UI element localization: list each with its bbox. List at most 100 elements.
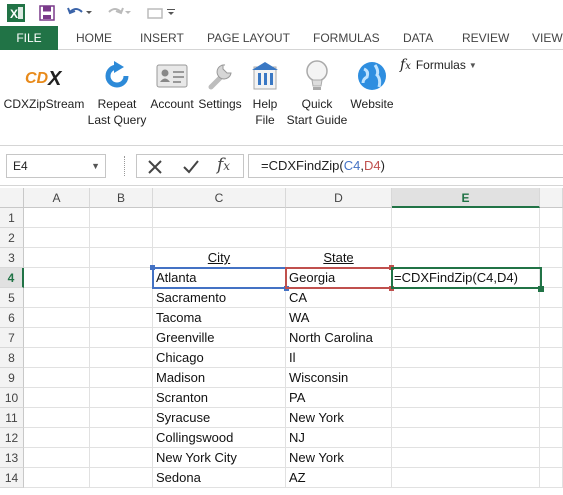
cell-f8[interactable] <box>540 348 563 368</box>
cell-c6[interactable]: Tacoma <box>153 308 286 328</box>
cell-e4[interactable]: =CDXFindZip(C4,D4) <box>392 268 540 288</box>
cell-b4[interactable] <box>90 268 153 288</box>
cdxzipstream-button[interactable]: CD X CDXZipStream <box>4 50 85 142</box>
row-header-9[interactable]: 9 <box>0 368 24 388</box>
cell-b7[interactable] <box>90 328 153 348</box>
column-header-a[interactable]: A <box>24 188 90 208</box>
cell-d9[interactable]: Wisconsin <box>286 368 392 388</box>
cell-d1[interactable] <box>286 208 392 228</box>
cell-e9[interactable] <box>392 368 540 388</box>
cell-f3[interactable] <box>540 248 563 268</box>
cell-a3[interactable] <box>24 248 90 268</box>
chevron-down-icon[interactable]: ▼ <box>91 155 100 177</box>
repeat-last-query-button[interactable]: Repeat Last Query <box>86 50 148 142</box>
row-header-14[interactable]: 14 <box>0 468 24 488</box>
undo-icon[interactable] <box>66 3 92 23</box>
ref-handle[interactable] <box>389 286 394 291</box>
excel-logo-icon[interactable]: X <box>6 3 26 23</box>
cell-c2[interactable] <box>153 228 286 248</box>
enter-icon[interactable] <box>181 157 201 182</box>
cell-c8[interactable]: Chicago <box>153 348 286 368</box>
row-header-4[interactable]: 4 <box>0 268 24 288</box>
cell-e11[interactable] <box>392 408 540 428</box>
cell-b1[interactable] <box>90 208 153 228</box>
row-header-11[interactable]: 11 <box>0 408 24 428</box>
tab-insert[interactable]: INSERT <box>140 26 184 50</box>
cell-a8[interactable] <box>24 348 90 368</box>
tab-file[interactable]: FILE <box>0 26 58 50</box>
cell-f2[interactable] <box>540 228 563 248</box>
cell-f4[interactable] <box>540 268 563 288</box>
column-header-f[interactable] <box>540 188 563 208</box>
cell-b13[interactable] <box>90 448 153 468</box>
cell-a14[interactable] <box>24 468 90 488</box>
column-header-c[interactable]: C <box>153 188 286 208</box>
select-all-corner[interactable] <box>0 188 24 208</box>
cell-e5[interactable] <box>392 288 540 308</box>
redo-icon[interactable] <box>107 3 131 23</box>
row-header-1[interactable]: 1 <box>0 208 24 228</box>
row-header-3[interactable]: 3 <box>0 248 24 268</box>
name-box[interactable]: E4 ▼ <box>6 154 106 178</box>
cell-a4[interactable] <box>24 268 90 288</box>
ref-handle[interactable] <box>150 265 155 270</box>
cell-d4[interactable]: Georgia <box>286 268 392 288</box>
row-header-2[interactable]: 2 <box>0 228 24 248</box>
cell-f11[interactable] <box>540 408 563 428</box>
cell-d6[interactable]: WA <box>286 308 392 328</box>
cell-f7[interactable] <box>540 328 563 348</box>
cell-a7[interactable] <box>24 328 90 348</box>
cell-a13[interactable] <box>24 448 90 468</box>
cell-b8[interactable] <box>90 348 153 368</box>
cell-a10[interactable] <box>24 388 90 408</box>
cell-d8[interactable]: Il <box>286 348 392 368</box>
cell-b14[interactable] <box>90 468 153 488</box>
row-header-7[interactable]: 7 <box>0 328 24 348</box>
cell-c10[interactable]: Scranton <box>153 388 286 408</box>
cell-b9[interactable] <box>90 368 153 388</box>
cell-d11[interactable]: New York <box>286 408 392 428</box>
cell-f1[interactable] <box>540 208 563 228</box>
cell-e2[interactable] <box>392 228 540 248</box>
cell-d5[interactable]: CA <box>286 288 392 308</box>
column-header-d[interactable]: D <box>286 188 392 208</box>
cell-c13[interactable]: New York City <box>153 448 286 468</box>
cell-a9[interactable] <box>24 368 90 388</box>
cell-c12[interactable]: Collingswood <box>153 428 286 448</box>
column-header-e[interactable]: E <box>392 188 540 208</box>
cell-b12[interactable] <box>90 428 153 448</box>
column-header-b[interactable]: B <box>90 188 153 208</box>
settings-button[interactable]: Settings <box>196 50 244 142</box>
cell-d2[interactable] <box>286 228 392 248</box>
cell-f9[interactable] <box>540 368 563 388</box>
cell-e6[interactable] <box>392 308 540 328</box>
insert-function-icon[interactable]: fx <box>217 155 230 175</box>
cell-b10[interactable] <box>90 388 153 408</box>
cell-c4[interactable]: Atlanta <box>153 268 286 288</box>
cell-a12[interactable] <box>24 428 90 448</box>
cell-b6[interactable] <box>90 308 153 328</box>
cell-f13[interactable] <box>540 448 563 468</box>
row-header-10[interactable]: 10 <box>0 388 24 408</box>
cell-c11[interactable]: Syracuse <box>153 408 286 428</box>
account-button[interactable]: Account <box>146 50 198 142</box>
ref-handle[interactable] <box>284 286 289 291</box>
cell-e1[interactable] <box>392 208 540 228</box>
row-header-12[interactable]: 12 <box>0 428 24 448</box>
tab-review[interactable]: REVIEW <box>462 26 509 50</box>
quick-start-guide-button[interactable]: Quick Start Guide <box>286 50 348 142</box>
cell-e3[interactable] <box>392 248 540 268</box>
cell-e14[interactable] <box>392 468 540 488</box>
cell-c7[interactable]: Greenville <box>153 328 286 348</box>
row-header-5[interactable]: 5 <box>0 288 24 308</box>
tab-home[interactable]: HOME <box>76 26 112 50</box>
cell-e10[interactable] <box>392 388 540 408</box>
cancel-icon[interactable] <box>145 157 165 182</box>
row-header-6[interactable]: 6 <box>0 308 24 328</box>
row-header-13[interactable]: 13 <box>0 448 24 468</box>
ref-handle[interactable] <box>389 265 394 270</box>
cell-d10[interactable]: PA <box>286 388 392 408</box>
cell-e8[interactable] <box>392 348 540 368</box>
website-button[interactable]: Website <box>348 50 396 142</box>
cell-d3[interactable]: State <box>286 248 392 268</box>
